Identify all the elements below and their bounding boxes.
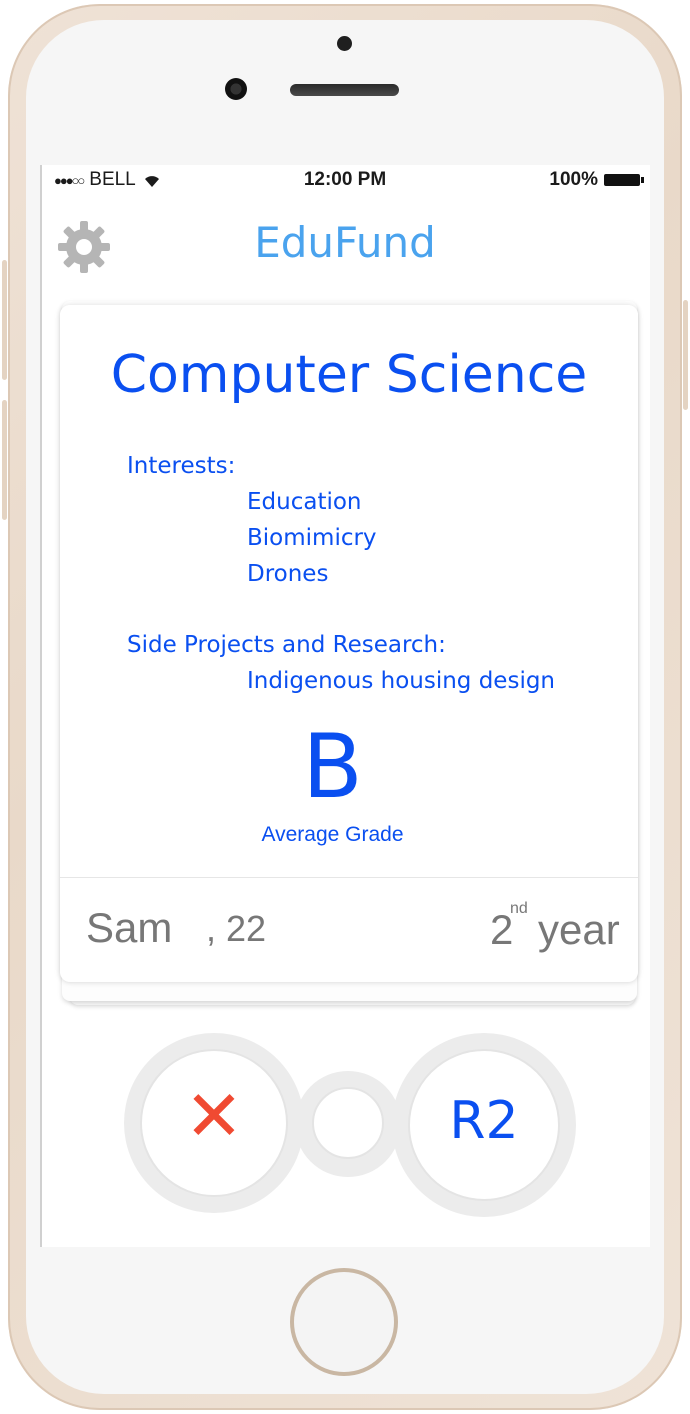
- power-button: [683, 300, 688, 410]
- close-icon: ✕: [184, 1075, 244, 1157]
- screen: ●●●○○ BELL 12:00 PM 100% EduFund Compute…: [40, 165, 650, 1247]
- age-value: 22: [226, 908, 267, 949]
- profile-card[interactable]: Computer Science Interests: Education Bi…: [60, 305, 638, 982]
- battery-percent: 100%: [549, 169, 598, 190]
- year-word: year: [538, 906, 620, 953]
- project-item: Indigenous housing design: [247, 668, 556, 694]
- profile-card-footer: Sam , 22 2 nd year: [60, 877, 638, 982]
- student-age: , 22: [206, 908, 266, 950]
- year-suffix: nd: [510, 900, 528, 917]
- screen-edge: [40, 165, 42, 1247]
- volume-button: [2, 400, 7, 520]
- status-right: 100%: [549, 169, 644, 191]
- accept-button-label: R2: [449, 1091, 519, 1151]
- earpiece-speaker: [290, 84, 399, 96]
- interests-label: Interests:: [127, 453, 236, 479]
- battery-icon: [604, 174, 644, 186]
- interest-item: Biomimicry: [247, 525, 377, 551]
- middle-button[interactable]: [312, 1087, 384, 1159]
- proximity-sensor: [337, 36, 352, 51]
- app-title: EduFund: [254, 218, 436, 267]
- interest-item: Education: [247, 489, 362, 515]
- reject-button[interactable]: ✕: [140, 1049, 288, 1197]
- average-grade-label: Average Grade: [261, 823, 404, 846]
- profile-card-body: Computer Science Interests: Education Bi…: [60, 305, 638, 877]
- home-button[interactable]: [290, 1268, 398, 1376]
- status-bar: ●●●○○ BELL 12:00 PM 100%: [40, 165, 650, 197]
- field-of-study: Computer Science: [110, 345, 588, 405]
- app-header: EduFund: [40, 205, 650, 285]
- accept-button[interactable]: R2: [408, 1049, 560, 1201]
- front-camera: [225, 78, 247, 100]
- projects-label: Side Projects and Research:: [127, 632, 446, 658]
- interest-item: Drones: [247, 561, 329, 587]
- volume-button: [2, 260, 7, 380]
- student-name: Sam: [86, 904, 173, 951]
- average-grade-value: B: [302, 715, 363, 818]
- age-separator: ,: [206, 908, 217, 949]
